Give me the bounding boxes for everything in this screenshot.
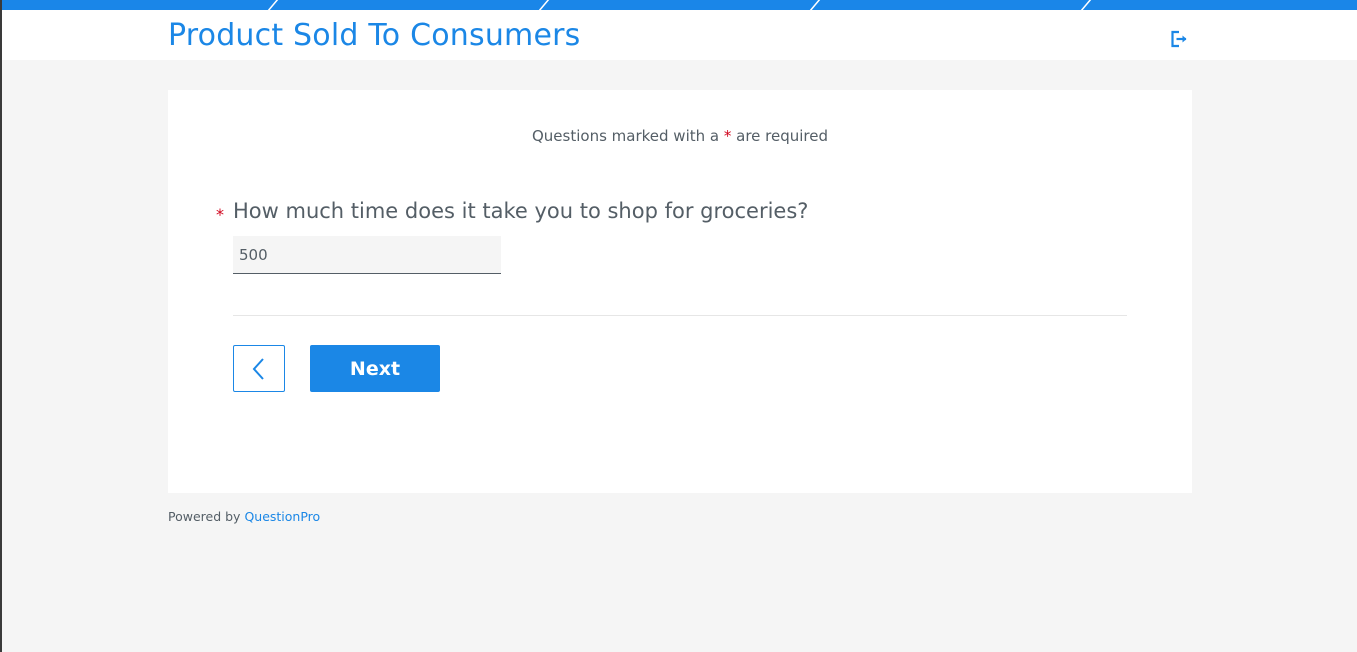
answer-input[interactable] [233, 236, 501, 274]
questionpro-link[interactable]: QuestionPro [244, 509, 320, 524]
progress-strip [2, 0, 1357, 10]
required-note-prefix: Questions marked with a [531, 127, 724, 145]
progress-segment-divider [266, 0, 280, 10]
back-button[interactable] [233, 345, 285, 392]
survey-header: Product Sold To Consumers [2, 10, 1357, 60]
divider [233, 315, 1127, 316]
question-card: Questions marked with a * are required *… [168, 90, 1192, 493]
next-button[interactable]: Next [310, 345, 440, 392]
progress-segment-divider [1079, 0, 1093, 10]
survey-title: Product Sold To Consumers [168, 18, 581, 53]
progress-segment-divider [808, 0, 822, 10]
footer: Powered by QuestionPro [168, 509, 320, 524]
question-required-star: * [216, 205, 224, 224]
powered-by-label: Powered by [168, 509, 241, 524]
progress-segment-divider [537, 0, 551, 10]
chevron-left-icon [252, 357, 264, 380]
exit-icon [1171, 30, 1187, 48]
question-text: How much time does it take you to shop f… [233, 199, 809, 223]
window-left-edge [0, 0, 2, 652]
required-note-suffix: are required [731, 127, 829, 145]
required-note: Questions marked with a * are required [168, 127, 1192, 145]
exit-button[interactable] [1168, 28, 1190, 50]
